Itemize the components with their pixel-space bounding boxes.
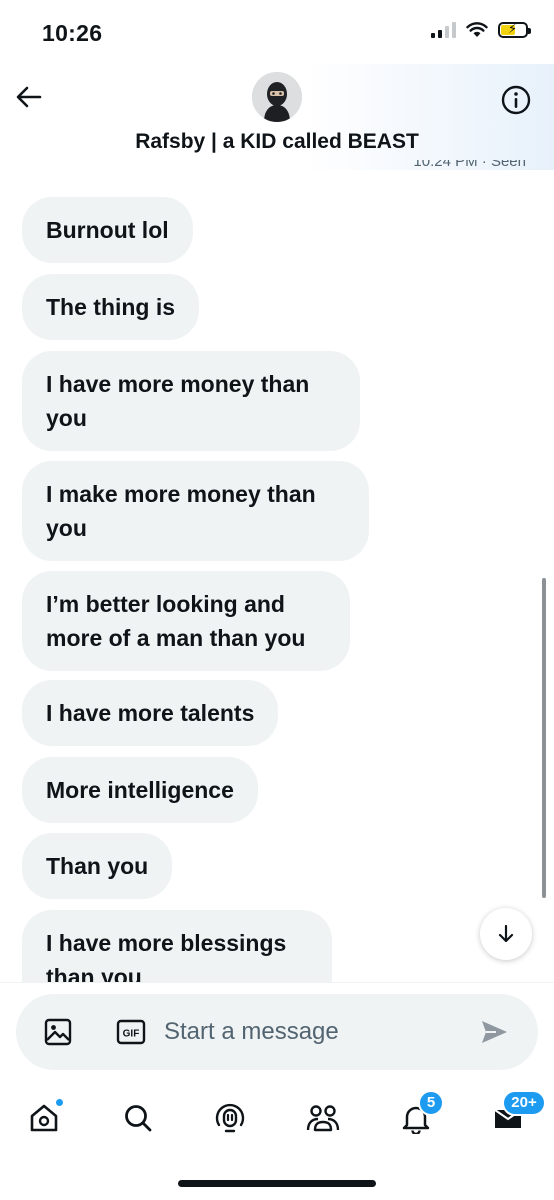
message-bubble[interactable]: I have more money than you [22,351,360,451]
home-indicator[interactable] [178,1180,376,1187]
tab-messages[interactable]: 20+ [486,1090,546,1140]
status-time: 10:26 [42,20,103,46]
conversation-header: Rafsby | a KID called BEAST 10:24 PM · S… [0,64,554,170]
scrollbar[interactable] [542,578,546,898]
tab-spaces[interactable] [208,1096,252,1140]
wifi-icon [466,22,488,37]
message-bubble[interactable]: Burnout lol [22,197,193,263]
spaces-icon [215,1103,245,1133]
notifications-badge: 5 [418,1090,444,1116]
contact-name[interactable]: Rafsby | a KID called BEAST [0,130,554,154]
scroll-to-bottom-button[interactable] [480,908,532,960]
tab-communities[interactable] [301,1096,345,1140]
tab-bar: 5 20+ [0,1086,554,1156]
unread-dot [55,1098,64,1107]
avatar[interactable] [252,72,302,122]
back-arrow-icon[interactable] [14,82,44,112]
message-list[interactable]: Burnout lol The thing is I have more mon… [0,170,554,982]
battery-icon: ⚡ [498,21,531,38]
home-icon [30,1104,58,1132]
cellular-signal-icon [431,22,456,38]
message-composer: GIF [16,994,538,1070]
message-input[interactable] [164,1012,464,1052]
message-bubble[interactable]: I make more money than you [22,461,369,561]
message-bubble[interactable]: The thing is [22,274,200,340]
info-icon[interactable] [500,84,532,116]
arrow-down-icon [498,924,514,943]
message-timestamp: 10:24 PM · Seen [413,160,526,170]
send-icon[interactable] [478,1016,510,1048]
message-bubble[interactable]: I have more blessings than you [22,910,332,982]
status-bar: 10:26 ⚡ [0,0,554,64]
gif-label: GIF [123,1029,140,1040]
tab-home[interactable] [22,1096,66,1140]
divider [0,982,554,983]
communities-icon [306,1105,340,1132]
gif-icon[interactable]: GIF [116,1018,146,1046]
image-icon[interactable] [42,1016,74,1048]
message-bubble[interactable]: More intelligence [22,757,258,823]
tab-search[interactable] [116,1096,160,1140]
tab-notifications[interactable]: 5 [394,1090,444,1140]
message-bubble[interactable]: Than you [22,833,173,899]
status-icons: ⚡ [431,21,531,38]
messages-badge: 20+ [502,1090,546,1116]
search-icon [125,1105,152,1132]
message-bubble[interactable]: I have more talents [22,680,279,746]
message-bubble[interactable]: I’m better looking and more of a man tha… [22,571,350,671]
